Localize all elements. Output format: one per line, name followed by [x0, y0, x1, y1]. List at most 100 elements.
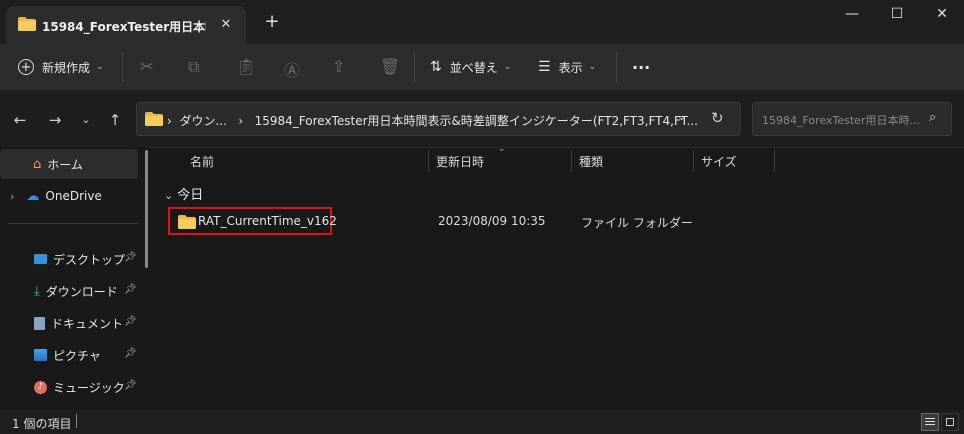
column-header-date[interactable]: 更新日時 [436, 153, 484, 170]
document-icon [34, 316, 45, 330]
breadcrumb-current-folder[interactable]: 15984_ForexTester用日本時間表示&時差調整インジケーター(FT2… [255, 114, 698, 128]
sidebar-item-label: OneDrive [45, 189, 102, 203]
status-bar: 1 個の項目 [0, 410, 964, 434]
details-view-icon[interactable] [921, 413, 939, 431]
sidebar-item-documents[interactable]: ドキュメント 📌︎ [0, 308, 138, 338]
chevron-down-icon: ⌄ [164, 189, 174, 202]
sidebar-item-onedrive[interactable]: › ☁ OneDrive [0, 181, 138, 211]
sidebar-item-pictures[interactable]: ピクチャ 📌︎ [0, 340, 138, 370]
column-header-type[interactable]: 種類 [579, 153, 603, 170]
address-bar[interactable]: › ダウン... › 15984_ForexTester用日本時間表示&時差調整… [136, 102, 741, 136]
paste-icon[interactable]: 📋︎ [236, 57, 256, 76]
sidebar-item-home[interactable]: ⌂ ホーム [0, 149, 138, 179]
music-icon: ♪ [34, 380, 47, 394]
title-bar: 15984_ForexTester用日本時間表 ✕ + — ☐ ✕ [0, 0, 964, 44]
forward-arrow-icon[interactable]: → [45, 110, 65, 130]
new-button[interactable]: + 新規作成 ⌄ [18, 56, 104, 78]
sidebar-item-label: ホーム [47, 157, 83, 172]
item-count: 1 個の項目 [12, 417, 72, 431]
chevron-right-icon: › [10, 189, 15, 203]
sidebar-scrollbar[interactable] [145, 150, 148, 268]
search-icon: ⌕ [929, 110, 937, 125]
tab-close-icon[interactable]: ✕ [216, 15, 236, 35]
sort-chevron-icon: ⌄ [498, 144, 506, 154]
chevron-down-icon: ⌄ [503, 62, 512, 72]
breadcrumb-downloads[interactable]: ダウン... [179, 114, 226, 128]
new-button-label: 新規作成 [42, 60, 91, 75]
pin-icon[interactable]: 📌︎ [124, 380, 137, 391]
home-icon: ⌂ [33, 156, 42, 172]
maximize-button[interactable]: ☐ [877, 2, 917, 26]
up-arrow-icon[interactable]: ↑ [105, 110, 125, 130]
picture-icon [34, 349, 47, 361]
column-divider[interactable] [571, 150, 572, 172]
copy-icon[interactable]: ⧉ [188, 57, 199, 77]
view-button-label: 表示 [558, 60, 583, 75]
column-header-size[interactable]: サイズ [701, 153, 737, 170]
pin-icon[interactable]: 📌︎ [124, 316, 137, 327]
command-bar: + 新規作成 ⌄ ✂ ⧉ 📋︎ Ⓐ ⇪ 🗑︎ ⇅ 並べ替え ⌄ ☰ 表示 ⌄ ·… [0, 44, 964, 90]
column-divider[interactable] [693, 150, 694, 172]
sort-icon: ⇅ [430, 59, 442, 75]
breadcrumb-separator-icon: › [230, 114, 251, 128]
status-divider [76, 414, 77, 428]
sidebar-item-label: ドキュメント [51, 316, 124, 331]
column-divider[interactable] [774, 150, 775, 172]
search-input[interactable]: 15984_ForexTester用日本時... ⌕ [752, 102, 952, 136]
back-arrow-icon[interactable]: ← [10, 110, 30, 130]
plus-circle-icon: + [18, 59, 34, 75]
refresh-icon[interactable]: ↻ [711, 109, 724, 127]
sidebar-divider [8, 223, 138, 224]
new-tab-button[interactable]: + [260, 10, 284, 34]
pin-icon[interactable]: 📌︎ [124, 252, 137, 263]
sort-button[interactable]: ⇅ 並べ替え ⌄ [430, 56, 511, 78]
minimize-button[interactable]: — [832, 2, 872, 26]
toolbar-divider [616, 52, 617, 82]
address-dropdown-icon[interactable]: ⌄ [677, 110, 686, 123]
toolbar-divider [122, 52, 123, 82]
rename-icon[interactable]: Ⓐ [284, 57, 300, 81]
folder-icon [178, 215, 196, 229]
folder-icon [18, 17, 36, 31]
sort-button-label: 並べ替え [449, 60, 498, 75]
view-list-icon: ☰ [538, 59, 551, 75]
navigation-bar: ← → ⌄ ↑ › ダウン... › 15984_ForexTester用日本時… [0, 90, 964, 148]
share-icon[interactable]: ⇪ [332, 57, 345, 76]
file-name: RAT_CurrentTime_v162 [198, 214, 337, 228]
column-divider[interactable] [428, 150, 429, 172]
group-header[interactable]: ⌄ 今日 [164, 184, 203, 203]
desktop-icon [34, 254, 47, 264]
cloud-icon: ☁ [26, 188, 40, 204]
sidebar-item-label: ピクチャ [53, 348, 101, 363]
file-date: 2023/08/09 10:35 [438, 214, 546, 228]
download-icon: ⤓ [34, 283, 40, 299]
tab-title: 15984_ForexTester用日本時間表 [42, 20, 206, 34]
chevron-down-icon: ⌄ [96, 62, 104, 72]
sidebar-item-music[interactable]: ♪ ミュージック 📌︎ [0, 372, 138, 402]
sidebar-item-desktop[interactable]: デスクトップ 📌︎ [0, 244, 138, 274]
delete-icon[interactable]: 🗑︎ [380, 57, 400, 76]
pin-icon[interactable]: 📌︎ [124, 348, 137, 359]
breadcrumb-separator-icon: › [167, 114, 176, 128]
search-placeholder: 15984_ForexTester用日本時... [762, 114, 920, 127]
column-header-name[interactable]: 名前 [190, 153, 214, 170]
file-type: ファイル フォルダー [581, 216, 693, 230]
toolbar-divider [414, 52, 415, 82]
view-button[interactable]: ☰ 表示 ⌄ [538, 56, 596, 78]
tiles-view-icon[interactable] [941, 413, 959, 431]
pin-icon[interactable]: 📌︎ [124, 284, 137, 295]
more-options-button[interactable]: ··· [632, 56, 650, 78]
breadcrumb: › ダウン... › 15984_ForexTester用日本時間表示&時差調整… [167, 112, 698, 129]
tab-active[interactable]: 15984_ForexTester用日本時間表 ✕ [6, 6, 246, 44]
table-row[interactable]: RAT_CurrentTime_v162 [168, 207, 337, 235]
sidebar-item-label: ミュージック [53, 380, 125, 395]
folder-icon [145, 112, 163, 126]
sidebar-item-downloads[interactable]: ⤓ ダウンロード 📌︎ [0, 276, 138, 306]
file-list: 名前 更新日時 ⌄ 種類 サイズ ⌄ 今日 RAT_CurrentTime_v16… [158, 144, 964, 410]
recent-dropdown-icon[interactable]: ⌄ [76, 110, 96, 130]
group-label: 今日 [177, 188, 204, 203]
close-button[interactable]: ✕ [922, 2, 962, 26]
cut-icon[interactable]: ✂ [140, 57, 153, 76]
navigation-pane: ⌂ ホーム › ☁ OneDrive デスクトップ 📌︎ ⤓ ダウンロード 📌︎… [0, 147, 148, 410]
chevron-down-icon: ⌄ [588, 62, 597, 72]
